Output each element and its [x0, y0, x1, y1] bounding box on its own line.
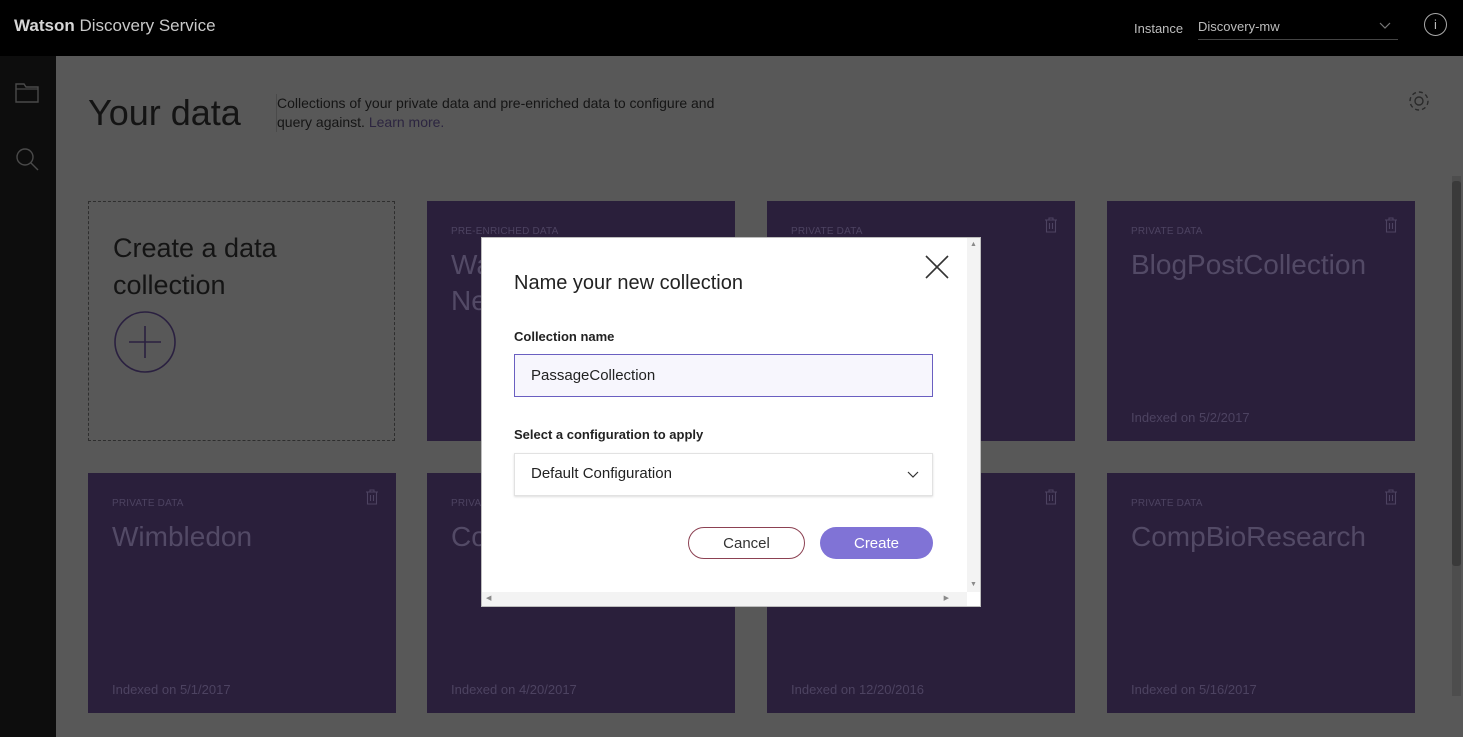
chevron-down-icon: [907, 471, 919, 478]
instance-select[interactable]: Discovery-mw: [1198, 14, 1398, 40]
collection-kind: PRIVA: [451, 498, 482, 509]
page-scrollbar-thumb[interactable]: [1452, 181, 1461, 566]
configuration-label: Select a configuration to apply: [514, 427, 704, 442]
collection-tile[interactable]: PRIVATE DATA CompBioResearch Indexed on …: [1107, 473, 1415, 713]
collection-kind: PRIVATE DATA: [112, 498, 184, 509]
dialog-horizontal-scrollbar[interactable]: ◀ ▶: [482, 592, 967, 606]
collection-tile[interactable]: PRIVATE DATA BlogPostCollection Indexed …: [1107, 201, 1415, 441]
scroll-right-arrow[interactable]: ▶: [944, 595, 949, 603]
cancel-button[interactable]: Cancel: [688, 527, 805, 559]
plus-icon[interactable]: [113, 310, 177, 374]
create-collection-title: Create a data collection: [113, 233, 277, 300]
trash-icon[interactable]: [1384, 489, 1398, 505]
page-description-text: Collections of your private data and pre…: [277, 95, 715, 130]
dialog-vertical-scrollbar[interactable]: ▲ ▼: [967, 238, 980, 592]
sidebar: [0, 56, 56, 737]
collection-date: Indexed on 5/16/2017: [1131, 682, 1257, 697]
info-icon[interactable]: i: [1424, 13, 1447, 36]
new-collection-dialog: Name your new collection Collection name…: [481, 237, 981, 607]
collection-kind: PRIVATE DATA: [791, 226, 863, 237]
create-collection-tile[interactable]: Create a data collection: [88, 201, 395, 441]
collection-tile[interactable]: PRIVATE DATA Wimbledon Indexed on 5/1/20…: [88, 473, 396, 713]
collection-name: Wimbledon: [112, 521, 253, 552]
chevron-down-icon: [1379, 22, 1391, 29]
search-icon[interactable]: [14, 146, 40, 172]
collection-date: Indexed on 5/1/2017: [112, 682, 231, 697]
trash-icon[interactable]: [1044, 217, 1058, 233]
create-button[interactable]: Create: [820, 527, 933, 559]
configuration-value: Default Configuration: [531, 465, 672, 482]
collection-kind: PRE-ENRICHED DATA: [451, 226, 559, 237]
collection-name-input[interactable]: [514, 354, 933, 397]
app-title: Watson Discovery Service: [14, 16, 216, 36]
instance-label: Instance: [1134, 21, 1184, 36]
collection-date: Indexed on 12/20/2016: [791, 682, 925, 697]
page-title: Your data: [88, 92, 241, 133]
page-description: Collections of your private data and pre…: [276, 94, 716, 132]
collection-date: Indexed on 4/20/2017: [451, 682, 577, 697]
configuration-select[interactable]: Default Configuration: [514, 453, 933, 496]
close-icon[interactable]: [922, 252, 952, 282]
collection-date: Indexed on 5/2/2017: [1131, 410, 1250, 425]
collection-kind: PRIVATE DATA: [1131, 498, 1203, 509]
collection-name: CompBioResearch: [1131, 521, 1366, 552]
dialog-title: Name your new collection: [514, 272, 743, 294]
scroll-down-arrow[interactable]: ▼: [970, 581, 977, 589]
learn-more-link[interactable]: Learn more.: [369, 114, 444, 130]
collection-kind: PRIVATE DATA: [1131, 226, 1203, 237]
gear-icon[interactable]: [1406, 88, 1432, 114]
trash-icon[interactable]: [365, 489, 379, 505]
app-title-rest: Discovery Service: [74, 16, 216, 35]
folder-icon[interactable]: [14, 80, 40, 106]
app-title-bold: Watson: [14, 16, 75, 35]
trash-icon[interactable]: [1384, 217, 1398, 233]
collection-name: BlogPostCollection: [1131, 249, 1367, 280]
collection-name-label: Collection name: [514, 329, 615, 344]
trash-icon[interactable]: [1044, 489, 1058, 505]
scroll-up-arrow[interactable]: ▲: [970, 241, 977, 249]
scroll-left-arrow[interactable]: ◀: [486, 595, 491, 603]
instance-value: Discovery-mw: [1198, 19, 1280, 34]
top-bar: Watson Discovery Service Instance Discov…: [0, 0, 1463, 56]
